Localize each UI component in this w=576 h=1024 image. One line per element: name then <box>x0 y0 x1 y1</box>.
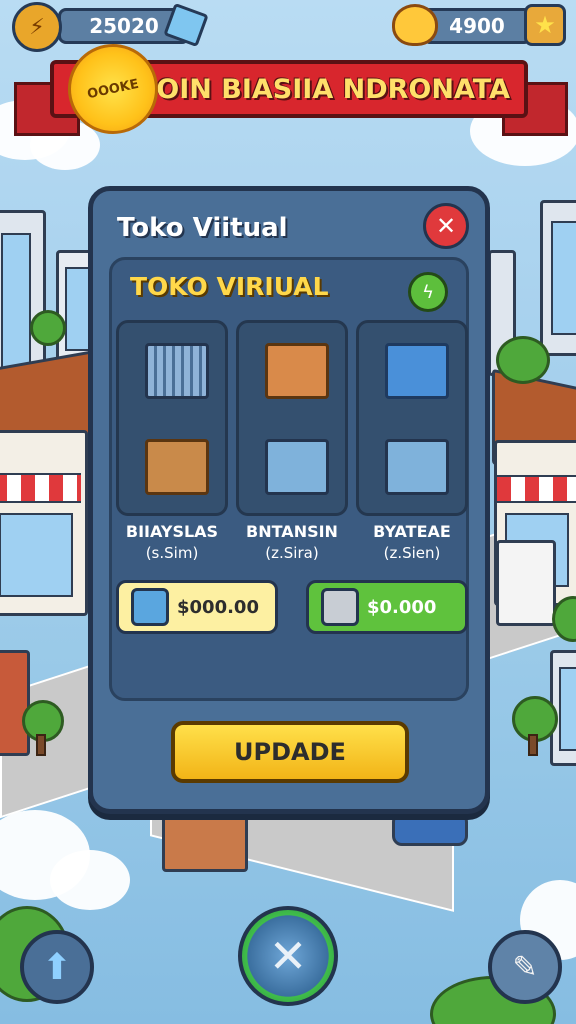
tree <box>496 336 550 384</box>
grocery-cart-icon <box>265 439 329 495</box>
duck-icon[interactable] <box>392 4 438 46</box>
cart-icon <box>145 343 209 399</box>
price-b: $0.000 <box>367 596 437 618</box>
star-icon[interactable]: ★ <box>524 4 566 46</box>
building <box>540 200 576 356</box>
item-sub-1: (s.Sim) <box>145 544 199 562</box>
shop-header: TOKO VIRIUAL <box>130 272 329 301</box>
shop-panel: TOKO VIRIUAL ϟ BIIAYSLAS (s.Sim) BNTANSI… <box>109 257 469 701</box>
price-button-b[interactable]: $0.000 <box>306 580 468 634</box>
car <box>392 812 468 846</box>
cloud <box>50 850 130 910</box>
fish-cart-icon <box>385 439 449 495</box>
box-icon <box>145 439 209 495</box>
sun-badge: OOOKE <box>68 44 158 134</box>
price-a: $000.00 <box>177 596 259 618</box>
building <box>162 810 248 872</box>
bolt-icon[interactable]: ϟ <box>408 272 448 312</box>
blue-box-icon <box>131 588 169 626</box>
register-icon <box>321 588 359 626</box>
pen-avatar-icon[interactable]: ✎ <box>488 930 562 1004</box>
sun-badge-text: OOOKE <box>85 76 141 102</box>
tree-trunk <box>528 734 538 756</box>
duck-counter: 4900 <box>422 8 532 44</box>
update-button[interactable]: UPDADE <box>171 721 409 783</box>
lightning-coin-icon[interactable]: ⚡ <box>12 2 62 52</box>
duck-count: 4900 <box>449 14 505 38</box>
kiosk <box>496 540 556 626</box>
item-name-3: BYATEAE <box>373 522 451 541</box>
item-sub-3: (z.Sien) <box>383 544 441 562</box>
arrow-up-icon[interactable]: ⬆ <box>20 930 94 1004</box>
close-icon[interactable]: ✕ <box>423 203 469 249</box>
tools-icon[interactable]: ✕ <box>238 906 338 1006</box>
item-sub-2: (z.Sira) <box>265 544 319 562</box>
update-label: UPDADE <box>234 738 346 766</box>
shop-item-1[interactable] <box>116 320 228 516</box>
banner-title: JOIN BIASIIA NDRONATA <box>146 73 510 105</box>
plant-box-icon <box>265 343 329 399</box>
shop-building <box>0 430 88 616</box>
blue-crate-icon <box>385 343 449 399</box>
shop-dialog: Toko Viitual ✕ TOKO VIRIUAL ϟ BIIAYSLAS … <box>88 186 490 814</box>
dialog-title: Toko Viitual <box>117 213 288 243</box>
coin-count: 25020 <box>89 14 159 38</box>
price-button-a[interactable]: $000.00 <box>116 580 278 634</box>
shop-item-2[interactable] <box>236 320 348 516</box>
tree <box>30 310 66 346</box>
item-name-1: BIIAYSLAS <box>125 522 219 541</box>
shop-item-3[interactable] <box>356 320 468 516</box>
item-name-2: BNTANSIN <box>246 522 338 541</box>
tree-trunk <box>36 734 46 756</box>
building <box>0 650 30 756</box>
